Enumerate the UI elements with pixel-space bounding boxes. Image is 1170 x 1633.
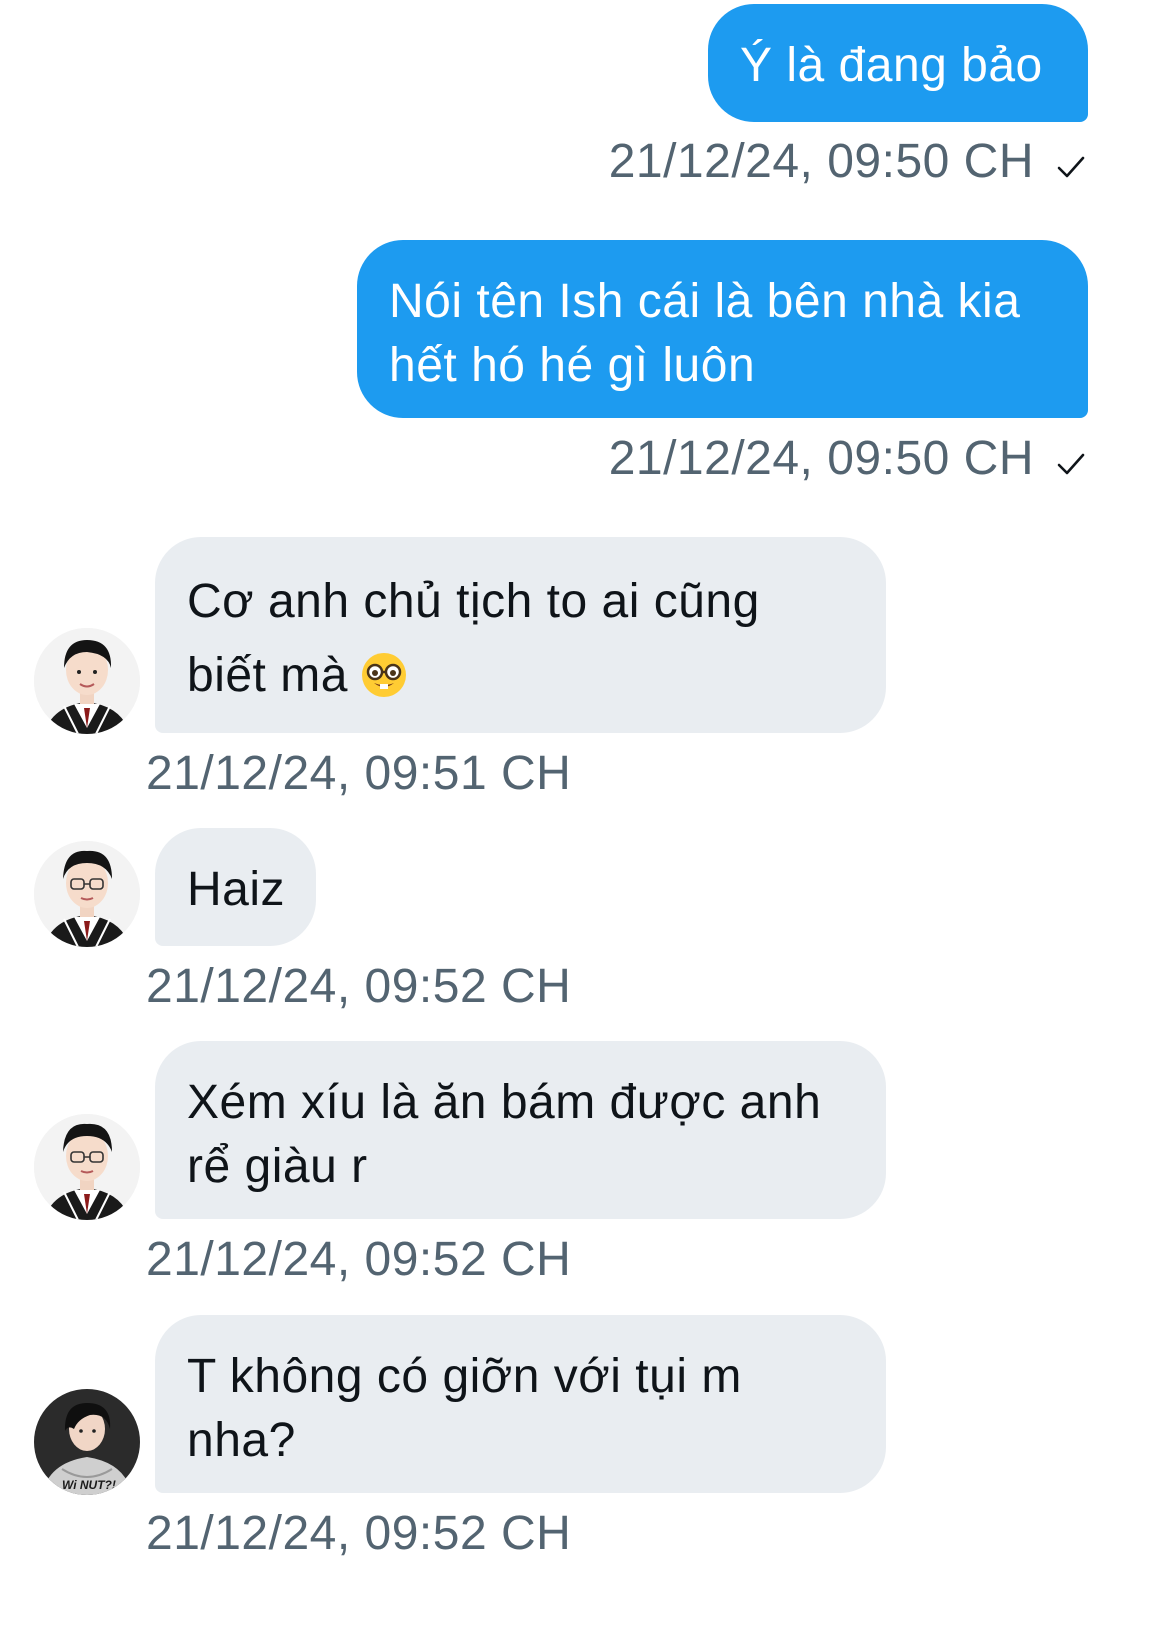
message-text: Xém xíu là ăn bám được anh rể giàu r (187, 1076, 822, 1193)
message-text: T không có giỡn với tụi m nha? (187, 1350, 742, 1467)
received-message-bubble[interactable]: Haiz (155, 828, 316, 946)
message-timestamp-row: 21/12/24, 09:50 CH (609, 134, 1086, 192)
message-text: Cơ anh chủ tịch to ai cũng biết mà (187, 575, 760, 702)
message-text: Nói tên Ish cái là bên nhà kia hết hó hé… (389, 275, 1021, 392)
checkmark-icon (1056, 136, 1086, 192)
received-message-bubble[interactable]: T không có giỡn với tụi m nha? (155, 1315, 886, 1493)
message-timestamp: 21/12/24, 09:52 CH (146, 1507, 572, 1560)
avatar[interactable] (34, 628, 140, 734)
checkmark-icon (1056, 433, 1086, 489)
received-message-bubble[interactable]: Cơ anh chủ tịch to ai cũng biết mà (155, 537, 886, 733)
sent-message-bubble[interactable]: Nói tên Ish cái là bên nhà kia hết hó hé… (357, 240, 1088, 418)
avatar[interactable]: Wi NUT?! (34, 1389, 140, 1495)
message-timestamp: 21/12/24, 09:50 CH (608, 432, 1034, 485)
avatar[interactable] (34, 1114, 140, 1220)
message-timestamp: 21/12/24, 09:51 CH (146, 747, 572, 800)
sent-message-bubble[interactable]: Ý là đang bảo (708, 4, 1088, 122)
nerd-face-emoji (360, 651, 408, 716)
message-text: Ý là đang bảo (740, 39, 1043, 92)
message-thread: Ý là đang bảo 21/12/24, 09:50 CH Nói tên… (0, 0, 1170, 1633)
message-text: Haiz (187, 863, 286, 916)
message-timestamp: 21/12/24, 09:52 CH (146, 960, 572, 1013)
svg-text:Wi NUT?!: Wi NUT?! (62, 1478, 116, 1492)
avatar[interactable] (34, 841, 140, 947)
received-message-bubble[interactable]: Xém xíu là ăn bám được anh rể giàu r (155, 1041, 886, 1219)
message-timestamp-row: 21/12/24, 09:50 CH (609, 431, 1086, 489)
message-timestamp: 21/12/24, 09:52 CH (146, 1233, 572, 1286)
message-timestamp: 21/12/24, 09:50 CH (608, 135, 1034, 188)
